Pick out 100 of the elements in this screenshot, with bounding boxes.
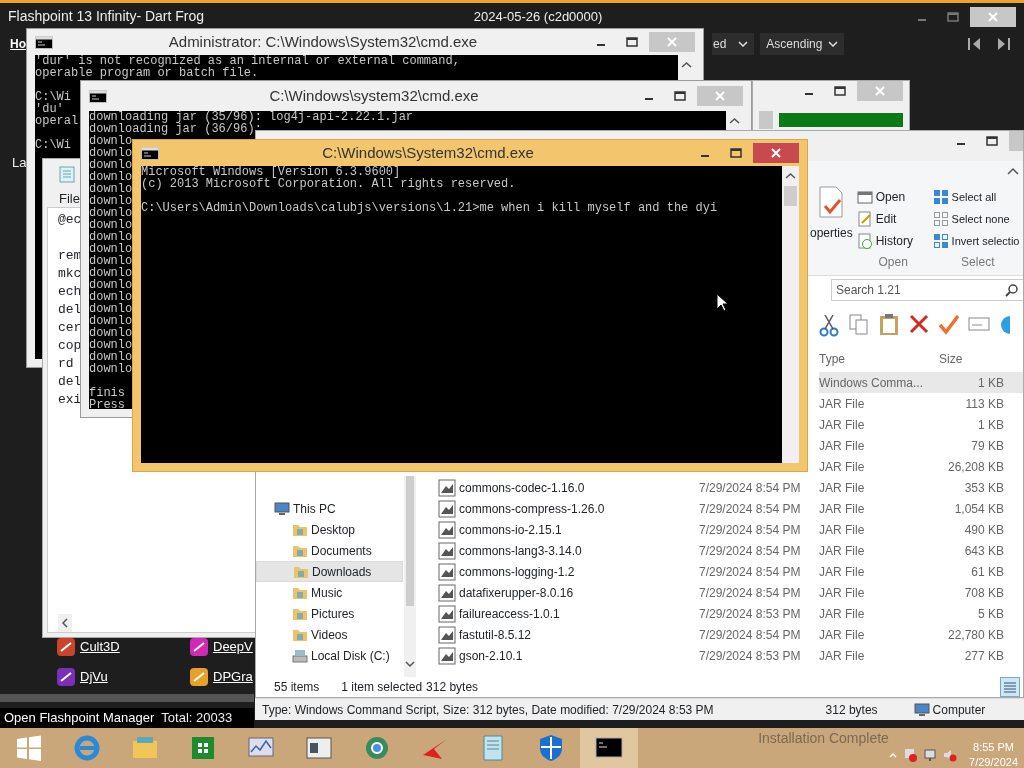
- search-field[interactable]: Search 1.21: [831, 279, 1023, 301]
- jar-file-icon: [438, 646, 456, 665]
- windows-logo-icon: [14, 733, 44, 763]
- minimize-icon[interactable]: [918, 18, 926, 21]
- scrollbar[interactable]: [404, 476, 416, 677]
- caret-up-icon[interactable]: [889, 752, 898, 758]
- console-line: Microsoft Windows [Version 6.3.9600]: [141, 166, 401, 178]
- taskbar-button[interactable]: [580, 728, 638, 768]
- file-row[interactable]: fastutil-8.5.12 7/29/2024 8:54 PM JAR File 22,780 KB: [416, 624, 1023, 645]
- nav-item[interactable]: Desktop: [256, 519, 403, 540]
- file-row[interactable]: Windows Comma... 1 KB: [819, 372, 1023, 393]
- menu-item[interactable]: File: [59, 189, 80, 207]
- file-name: commons-logging-1.2: [459, 563, 576, 581]
- game-link[interactable]: DjVu: [80, 667, 108, 687]
- paste-icon[interactable]: [878, 313, 900, 337]
- file-size: 277 KB: [964, 647, 1004, 665]
- game-link[interactable]: DPGra: [213, 667, 253, 687]
- close-icon: [667, 37, 677, 47]
- file-row[interactable]: JAR File 79 KB: [819, 435, 1023, 456]
- scroll-thumb[interactable]: [782, 184, 799, 208]
- file-row[interactable]: JAR File 113 KB: [819, 393, 1023, 414]
- close-icon: [988, 11, 998, 22]
- flag-alert-icon[interactable]: [903, 748, 918, 762]
- jar-file-icon: [438, 520, 456, 539]
- game-link[interactable]: DeepV: [213, 637, 253, 657]
- ribbon-item[interactable]: Select none: [932, 208, 1023, 230]
- ribbon-item[interactable]: Invert selectio: [932, 230, 1023, 252]
- group-label: Open: [877, 254, 909, 271]
- check-icon[interactable]: [938, 313, 960, 337]
- file-row[interactable]: gson-2.10.1 7/29/2024 8:53 PM JAR File 277 KB: [416, 645, 1023, 666]
- network-icon[interactable]: [923, 748, 938, 762]
- game-link[interactable]: Cult3D: [80, 637, 120, 657]
- file-type: JAR File: [819, 416, 866, 434]
- file-row[interactable]: failureaccess-1.0.1 7/29/2024 8:53 PM JAR File 5 KB: [416, 603, 1023, 624]
- nav-item[interactable]: This PC: [256, 498, 403, 519]
- file-size: 22,780 KB: [947, 626, 1004, 644]
- ribbon-item[interactable]: Open: [856, 186, 930, 208]
- scrollbar[interactable]: [58, 614, 72, 632]
- terminal-icon: [89, 89, 107, 103]
- file-row[interactable]: commons-codec-1.16.0 7/29/2024 8:54 PM JAR File 353 KB: [416, 477, 1023, 498]
- collapse-icon[interactable]: [1007, 167, 1019, 175]
- nav-item[interactable]: Videos: [256, 624, 403, 645]
- skip-back-icon[interactable]: [967, 36, 983, 52]
- window-icon: [856, 189, 873, 205]
- file-size: 353 KB: [964, 479, 1004, 497]
- console-line: downlo: [89, 339, 133, 351]
- close-icon: [715, 91, 725, 101]
- grid-icon: [932, 233, 949, 249]
- file-row[interactable]: commons-logging-1.2 7/29/2024 8:54 PM JAR File 61 KB: [416, 561, 1023, 582]
- copy-icon[interactable]: [848, 313, 870, 337]
- properties-icon: [817, 186, 846, 218]
- section-label: La: [12, 154, 27, 172]
- jar-file-icon: [438, 625, 456, 644]
- console-line: downlo: [89, 159, 133, 171]
- file-row[interactable]: commons-compress-1.26.0 7/29/2024 8:54 PM JAR File 1,054 KB: [416, 498, 1023, 519]
- file-date: 7/29/2024 8:53 PM: [699, 605, 802, 623]
- close-button[interactable]: [970, 6, 1016, 27]
- file-type: JAR File: [819, 458, 866, 476]
- file-row[interactable]: JAR File 1 KB: [819, 414, 1023, 435]
- console-line: downlo: [89, 315, 133, 327]
- ribbon-item[interactable]: Select all: [932, 186, 1023, 208]
- nav-item[interactable]: Local Disk (C:): [256, 645, 403, 666]
- file-size: 708 KB: [964, 584, 1004, 602]
- computer-icon: [913, 701, 930, 718]
- properties-button[interactable]: operties: [810, 224, 853, 246]
- file-row[interactable]: commons-io-2.15.1 7/29/2024 8:54 PM JAR File 490 KB: [416, 519, 1023, 540]
- nav-item[interactable]: Downloads: [256, 561, 403, 582]
- speaker-muted-icon[interactable]: [943, 748, 958, 762]
- window-title: Flashpoint 13 Infinity- Dart Frog: [8, 7, 205, 26]
- file-type: Windows Comma...: [819, 374, 925, 392]
- nav-item[interactable]: Documents: [256, 540, 403, 561]
- console-line: 'dur' is not recognized as an internal or external command,: [35, 55, 460, 67]
- text-line: cer: [58, 319, 82, 337]
- console-line: downlo: [89, 303, 133, 315]
- column-header[interactable]: Type: [819, 350, 939, 368]
- sort-order-dropdown[interactable]: Ascending: [760, 33, 845, 55]
- nav-item[interactable]: Music: [256, 582, 403, 603]
- file-size: 26,208 KB: [947, 458, 1004, 476]
- list-view-icon: [1001, 679, 1019, 696]
- ribbon-item[interactable]: History: [856, 230, 930, 252]
- ribbon-item[interactable]: Edit: [856, 208, 930, 230]
- skip-forward-icon[interactable]: [995, 36, 1011, 52]
- browser-icon: [72, 733, 102, 763]
- scrollbar[interactable]: [0, 694, 254, 702]
- sort-field-dropdown[interactable]: ed: [712, 33, 755, 55]
- file-date: 7/29/2024 8:54 PM: [699, 479, 802, 497]
- column-header[interactable]: Size: [939, 350, 963, 368]
- file-row[interactable]: JAR File 26,208 KB: [819, 456, 1023, 477]
- total-count: Total: 20033: [161, 709, 233, 728]
- jar-file-icon: [438, 583, 456, 602]
- nav-item[interactable]: Pictures: [256, 603, 403, 624]
- file-row[interactable]: datafixerupper-8.0.16 7/29/2024 8:54 PM JAR File 708 KB: [416, 582, 1023, 603]
- home-tab[interactable]: Ho: [10, 35, 30, 53]
- scrollbar[interactable]: [782, 166, 799, 463]
- terminal-icon: [141, 146, 159, 160]
- details-view-button[interactable]: [1000, 677, 1020, 697]
- console-line: Press: [89, 399, 125, 409]
- cut-icon[interactable]: [818, 313, 840, 337]
- file-row[interactable]: commons-lang3-3.14.0 7/29/2024 8:54 PM JAR File 643 KB: [416, 540, 1023, 561]
- console-line: 'du': [35, 103, 64, 115]
